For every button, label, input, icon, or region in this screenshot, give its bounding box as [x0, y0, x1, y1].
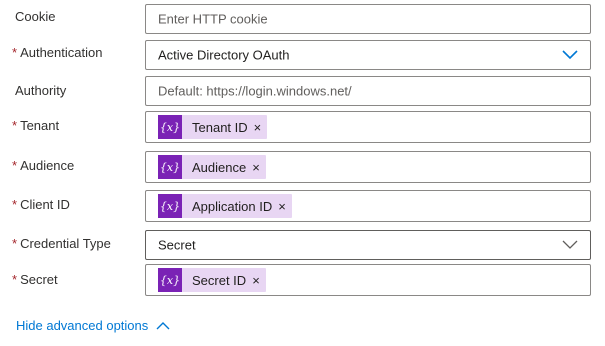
close-icon[interactable]: ×	[252, 273, 260, 288]
audience-token-label: Audience	[192, 159, 247, 175]
secret-token[interactable]: {x} Secret ID ×	[158, 268, 266, 292]
credential-type-dropdown[interactable]: Secret	[145, 230, 591, 260]
secret-token-label: Secret ID	[192, 272, 247, 288]
variable-icon: {x}	[158, 268, 182, 292]
authentication-label: * Authentication	[12, 45, 103, 60]
chevron-down-icon[interactable]	[562, 240, 578, 250]
client-id-label: * Client ID	[12, 197, 70, 212]
variable-icon: {x}	[158, 155, 182, 179]
secret-input[interactable]: {x} Secret ID ×	[145, 264, 591, 296]
close-icon[interactable]: ×	[254, 120, 262, 135]
client-id-token-label: Application ID	[192, 198, 273, 214]
tenant-token-label: Tenant ID	[192, 119, 248, 135]
variable-icon: {x}	[158, 194, 182, 218]
audience-label: * Audience	[12, 158, 75, 173]
credential-type-value: Secret	[158, 237, 196, 253]
cookie-label: Cookie	[15, 9, 56, 24]
tenant-input[interactable]: {x} Tenant ID ×	[145, 111, 591, 143]
tenant-label: * Tenant	[12, 118, 60, 133]
authority-input[interactable]: Default: https://login.windows.net/	[145, 76, 591, 106]
authentication-value: Active Directory OAuth	[158, 47, 290, 63]
close-icon[interactable]: ×	[278, 199, 286, 214]
cookie-input[interactable]: Enter HTTP cookie	[145, 4, 591, 34]
authority-label: Authority	[15, 83, 67, 98]
cookie-placeholder: Enter HTTP cookie	[158, 11, 268, 27]
tenant-token[interactable]: {x} Tenant ID ×	[158, 115, 268, 139]
secret-label: * Secret	[12, 272, 58, 287]
hide-advanced-options-link[interactable]: Hide advanced options	[16, 318, 170, 333]
audience-input[interactable]: {x} Audience ×	[145, 151, 591, 183]
client-id-input[interactable]: {x} Application ID ×	[145, 190, 591, 222]
client-id-token[interactable]: {x} Application ID ×	[158, 194, 292, 218]
variable-icon: {x}	[158, 115, 182, 139]
credential-type-label: * Credential Type	[12, 236, 111, 251]
chevron-up-icon	[156, 322, 170, 330]
chevron-down-icon[interactable]	[562, 50, 578, 60]
close-icon[interactable]: ×	[252, 160, 260, 175]
authority-placeholder: Default: https://login.windows.net/	[158, 83, 352, 99]
hide-advanced-options-label: Hide advanced options	[16, 318, 149, 333]
audience-token[interactable]: {x} Audience ×	[158, 155, 266, 179]
authentication-dropdown[interactable]: Active Directory OAuth	[145, 40, 591, 70]
